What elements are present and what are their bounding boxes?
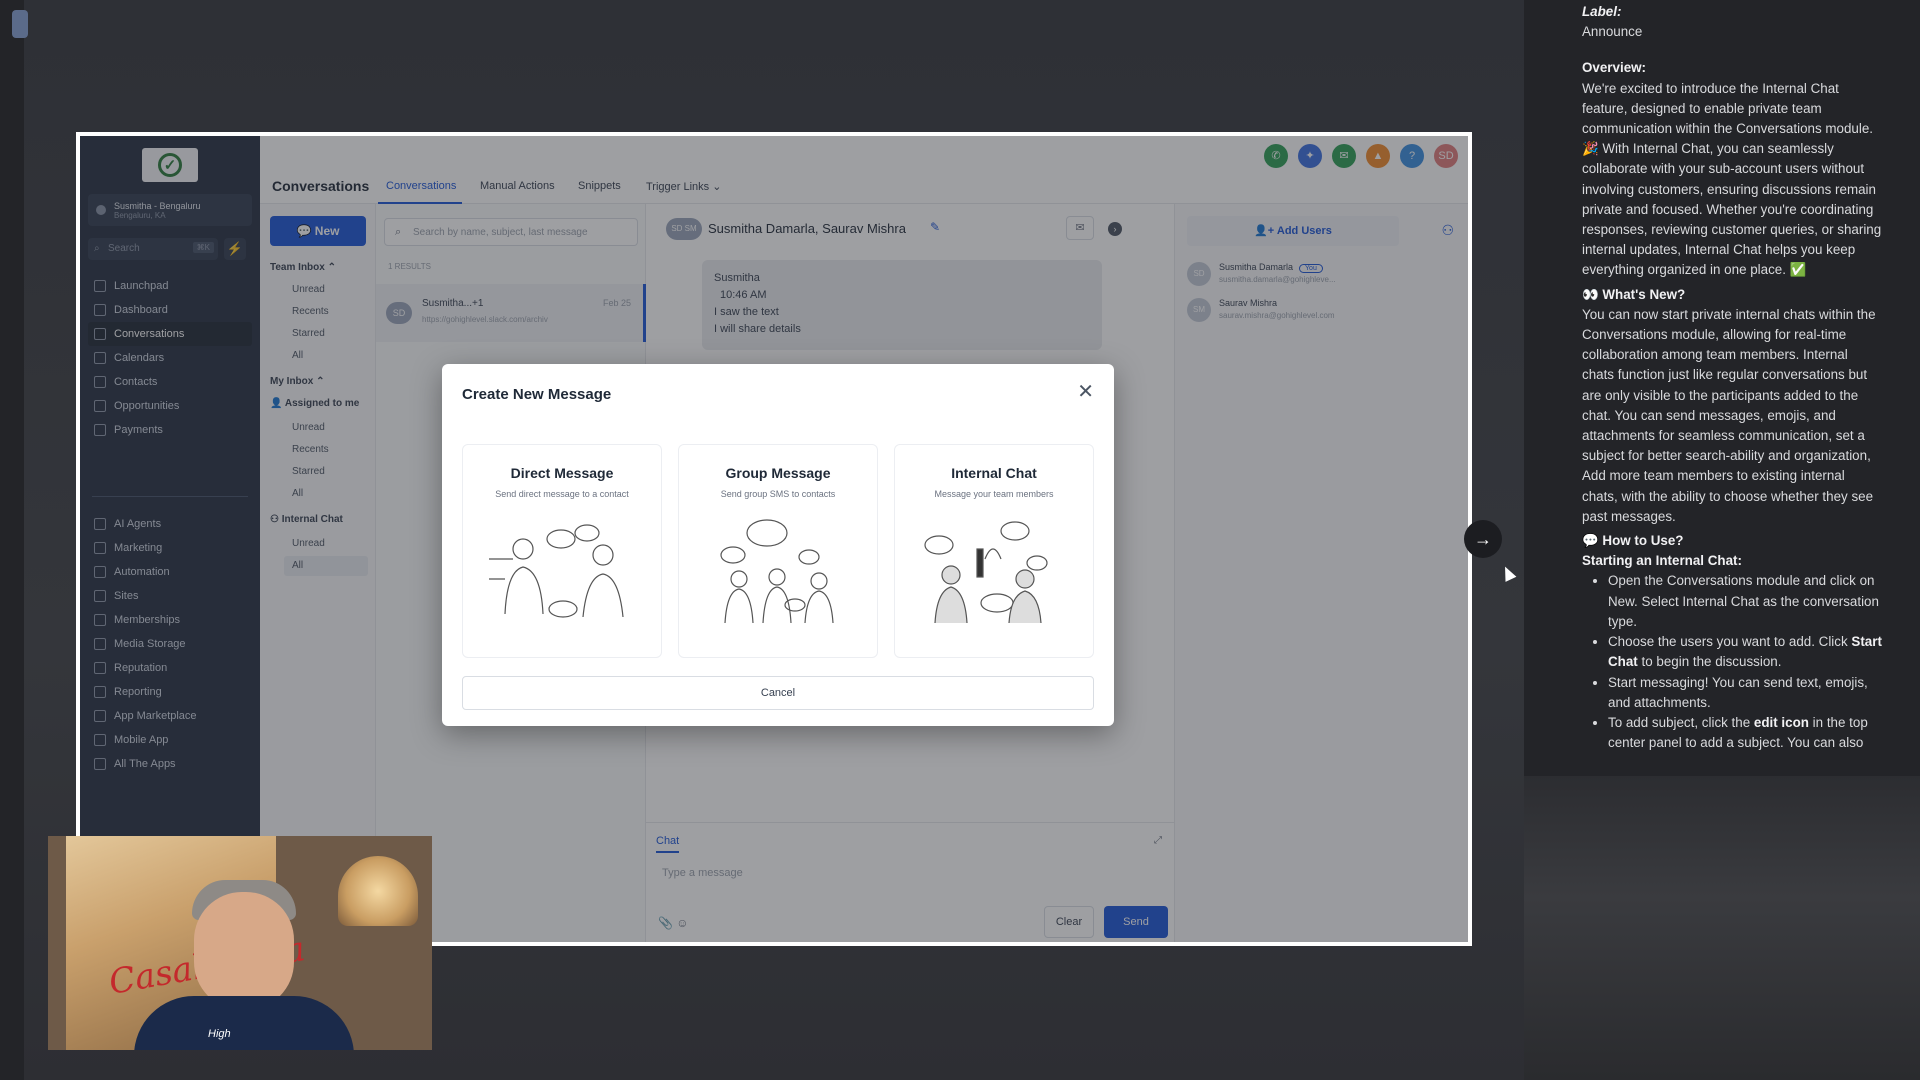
- label-heading: Label:: [1582, 4, 1622, 19]
- webcam-feed: Casablanca High: [48, 836, 432, 1050]
- how-to-list: Open the Conversations module and click …: [1582, 571, 1882, 753]
- close-icon[interactable]: ✕: [1077, 382, 1094, 402]
- direct-message-card[interactable]: Direct Message Send direct message to a …: [462, 444, 662, 658]
- list-text: Choose the users you want to add. Click: [1608, 634, 1852, 650]
- release-notes-text: Label: Announce Overview: We're excited …: [1582, 0, 1882, 753]
- cancel-button[interactable]: Cancel: [462, 676, 1094, 710]
- whats-new-heading: 👀 What's New?: [1582, 286, 1686, 302]
- list-item: To add subject, click the edit icon in t…: [1608, 713, 1882, 753]
- direct-message-illustration: [489, 524, 624, 618]
- starting-heading: Starting an Internal Chat:: [1582, 553, 1742, 569]
- list-bold: edit icon: [1753, 714, 1809, 730]
- window-tab-icon[interactable]: [12, 10, 28, 38]
- shared-screen: ✓ Susmitha - Bengaluru Bengaluru, KA ⌕ S…: [76, 132, 1472, 946]
- crm-app: ✓ Susmitha - Bengaluru Bengaluru, KA ⌕ S…: [80, 136, 1468, 942]
- list-text: To add subject, click the: [1608, 714, 1754, 730]
- left-edge: [0, 0, 24, 1080]
- create-message-modal: Create New Message ✕ Direct Message Send…: [442, 364, 1114, 726]
- list-text: to begin the discussion.: [1637, 654, 1782, 670]
- next-arrow-button[interactable]: →: [1464, 520, 1502, 558]
- group-message-card[interactable]: Group Message Send group SMS to contacts: [678, 444, 878, 658]
- list-item: Start messaging! You can send text, emoj…: [1608, 673, 1882, 713]
- card-description: Message your team members: [934, 489, 1054, 499]
- card-title: Group Message: [725, 465, 831, 481]
- modal-title: Create New Message: [462, 386, 612, 403]
- internal-chat-illustration: [924, 521, 1048, 624]
- card-description: Send direct message to a contact: [495, 489, 629, 499]
- card-description: Send group SMS to contacts: [720, 489, 836, 499]
- group-message-illustration: [720, 519, 834, 624]
- presenter-body: [134, 996, 354, 1050]
- shirt-logo: High: [208, 1028, 231, 1040]
- card-title: Direct Message: [510, 465, 614, 481]
- internal-chat-card[interactable]: Internal Chat Message your team members: [894, 444, 1094, 658]
- whats-new-text: You can now start private internal chats…: [1582, 306, 1876, 524]
- overview-heading: Overview:: [1582, 60, 1647, 76]
- presenter-face: [194, 892, 294, 1010]
- list-item: Open the Conversations module and click …: [1608, 571, 1882, 632]
- overview-text: We're excited to introduce the Internal …: [1582, 80, 1882, 278]
- list-item: Choose the users you want to add. Click …: [1608, 632, 1882, 672]
- card-title: Internal Chat: [951, 465, 1037, 481]
- label-value: Announce: [1582, 24, 1643, 40]
- lamp: [338, 856, 418, 926]
- release-notes-content: Label: Announce Overview: We're excited …: [1524, 0, 1920, 776]
- notes-panel-background: [1524, 776, 1920, 1080]
- release-notes-panel: Label: Announce Overview: We're excited …: [1524, 0, 1920, 1080]
- how-to-heading: 💬 How to Use?: [1582, 533, 1684, 549]
